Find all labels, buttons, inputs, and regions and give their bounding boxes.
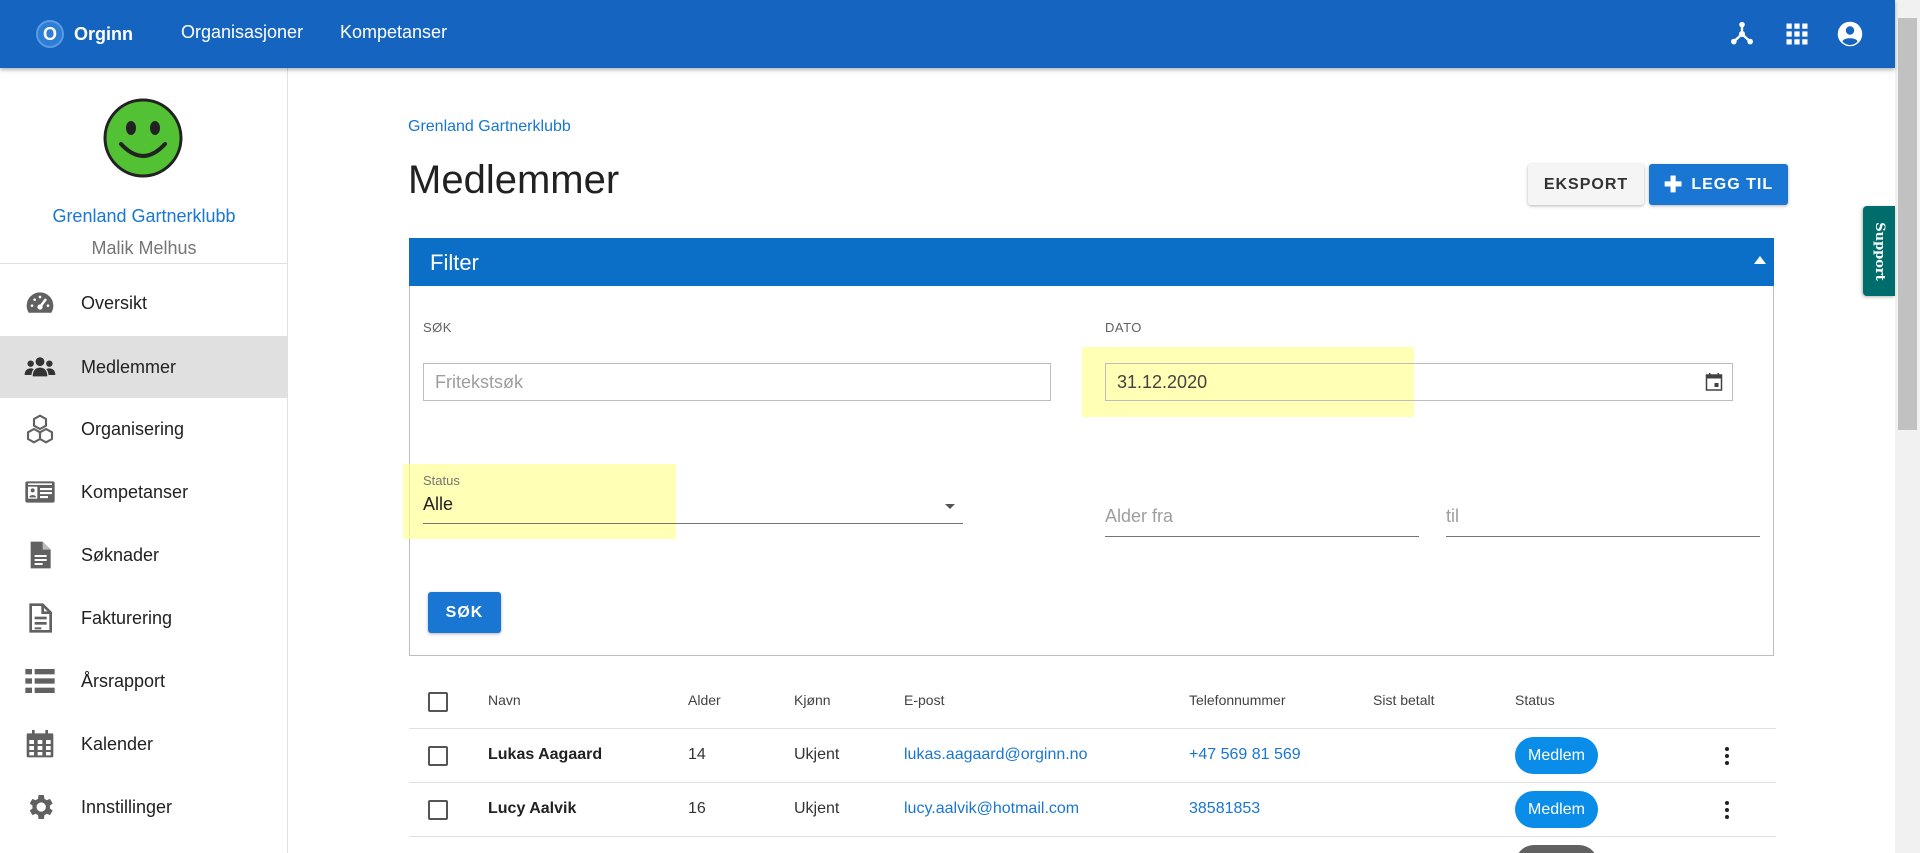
member-gender: Ukjent — [794, 746, 840, 763]
top-app-bar: O Orginn Organisasjoner Kompetanser — [0, 0, 1895, 68]
table-row-divider — [409, 728, 1776, 729]
status-badge: Medlem — [1515, 791, 1598, 828]
column-header-last-paid[interactable]: Sist betalt — [1373, 692, 1434, 708]
filter-header[interactable]: Filter — [409, 238, 1774, 286]
sidebar-item-arsrapport[interactable]: Årsrapport — [0, 650, 288, 712]
cubes-icon — [26, 414, 54, 444]
age-to-placeholder: til — [1446, 506, 1459, 526]
page-title: Medlemmer — [408, 158, 620, 202]
calendar-icon — [26, 730, 54, 758]
breadcrumb[interactable]: Grenland Gartnerklubb — [408, 118, 571, 136]
search-input[interactable]: Fritekstsøk — [423, 363, 1051, 401]
column-header-age[interactable]: Alder — [688, 692, 721, 708]
support-tab[interactable]: Support — [1863, 206, 1895, 296]
filter-title: Filter — [430, 250, 479, 275]
support-tab-inner: Support — [1863, 206, 1895, 296]
date-label: DATO — [1105, 320, 1142, 335]
member-phone[interactable]: +47 569 81 569 — [1189, 746, 1301, 764]
apps-grid-icon[interactable] — [1783, 20, 1811, 48]
sidebar-item-label: Organisering — [81, 418, 185, 439]
brand-name: Orginn — [74, 23, 133, 44]
member-age: 14 — [688, 746, 706, 763]
brand-letter: O — [36, 20, 64, 48]
people-icon — [24, 357, 56, 377]
org-name[interactable]: Grenland Gartnerklubb — [0, 206, 288, 227]
age-from-input[interactable]: Alder fra — [1105, 506, 1419, 537]
sidebar-item-kompetanser[interactable]: Kompetanser — [0, 461, 288, 523]
hub-icon[interactable] — [1728, 20, 1756, 48]
add-member-label: LEGG TIL — [1691, 175, 1774, 193]
support-label: Support — [1871, 221, 1887, 281]
plus-icon: ✚ — [1663, 171, 1684, 197]
sidebar-item-oversikt[interactable]: Oversikt — [0, 272, 288, 334]
chevron-down-icon — [945, 504, 955, 509]
sidebar-item-innstillinger[interactable]: Innstillinger — [0, 776, 288, 838]
list-icon — [25, 669, 55, 693]
age-to-input[interactable]: til — [1446, 506, 1760, 537]
nav-kompetanser[interactable]: Kompetanser — [340, 22, 447, 43]
member-phone[interactable]: 38581853 — [1189, 800, 1260, 818]
sidebar-divider — [0, 263, 288, 264]
status-badge: Medlem — [1515, 737, 1598, 774]
date-input[interactable]: 31.12.2020 — [1105, 363, 1733, 401]
member-name[interactable]: Lucy Aalvik — [488, 800, 576, 818]
table-row-divider — [409, 836, 1776, 837]
sidebar-item-organisering[interactable]: Organisering — [0, 398, 288, 460]
search-label: SØK — [423, 320, 452, 335]
column-header-gender[interactable]: Kjønn — [794, 692, 831, 708]
sidebar-item-label: Oversikt — [81, 292, 148, 313]
dashboard-gauge-icon — [26, 292, 54, 313]
brand-logo[interactable]: O Orginn — [36, 20, 133, 48]
sidebar-item-soknader[interactable]: Søknader — [0, 524, 288, 586]
sidebar-item-fakturering[interactable]: Fakturering — [0, 587, 288, 649]
sidebar: Grenland Gartnerklubb Malik Melhus Overs… — [0, 68, 288, 853]
member-email[interactable]: lucy.aalvik@hotmail.com — [904, 800, 1079, 818]
column-header-status[interactable]: Status — [1515, 692, 1555, 708]
table-row-divider — [409, 782, 1776, 783]
row-checkbox[interactable] — [428, 800, 448, 820]
filter-panel — [409, 238, 1774, 656]
select-all-checkbox[interactable] — [428, 692, 448, 712]
age-from-placeholder: Alder fra — [1105, 506, 1174, 526]
sidebar-item-label: Innstillinger — [81, 796, 173, 817]
more-vert-icon[interactable] — [1724, 800, 1730, 820]
member-name[interactable]: Lukas Aagaard — [488, 746, 602, 764]
sidebar-item-label: Årsrapport — [81, 670, 166, 691]
column-header-phone[interactable]: Telefonnummer — [1189, 692, 1286, 708]
calendar-picker-icon[interactable] — [1705, 372, 1723, 392]
member-age: 16 — [688, 800, 706, 817]
scrollbar-thumb[interactable] — [1898, 18, 1917, 430]
org-avatar-smiley — [103, 98, 183, 178]
sidebar-item-label: Kalender — [81, 733, 154, 754]
export-button[interactable]: EKSPORT — [1528, 164, 1644, 205]
search-button[interactable]: SØK — [428, 592, 501, 633]
status-value: Alle — [423, 494, 454, 514]
more-vert-icon[interactable] — [1724, 746, 1730, 766]
add-member-button[interactable]: ✚ LEGG TIL — [1649, 164, 1788, 205]
gear-icon — [29, 795, 53, 819]
column-header-email[interactable]: E-post — [904, 692, 944, 708]
member-email[interactable]: lukas.aagaard@orginn.no — [904, 746, 1087, 764]
status-select[interactable]: Alle — [423, 488, 963, 524]
member-gender: Ukjent — [794, 800, 840, 817]
column-header-name[interactable]: Navn — [488, 692, 521, 708]
sidebar-item-label: Kompetanser — [81, 481, 189, 502]
row-checkbox[interactable] — [428, 746, 448, 766]
id-card-icon — [25, 481, 55, 503]
status-badge-partial — [1515, 845, 1598, 853]
nav-organisasjoner[interactable]: Organisasjoner — [181, 22, 303, 43]
account-circle-icon[interactable] — [1836, 20, 1864, 48]
sidebar-item-label: Medlemmer — [81, 356, 177, 377]
date-value: 31.12.2020 — [1117, 371, 1208, 392]
document-icon — [30, 541, 51, 569]
sidebar-item-medlemmer[interactable]: Medlemmer — [0, 336, 288, 398]
sidebar-item-label: Fakturering — [81, 607, 173, 628]
sidebar-item-label: Søknader — [81, 544, 160, 565]
invoice-icon — [29, 603, 52, 633]
sidebar-item-kalender[interactable]: Kalender — [0, 713, 288, 775]
user-name: Malik Melhus — [91, 238, 197, 258]
collapse-caret-icon[interactable] — [1754, 256, 1766, 264]
status-label: Status — [423, 473, 460, 488]
